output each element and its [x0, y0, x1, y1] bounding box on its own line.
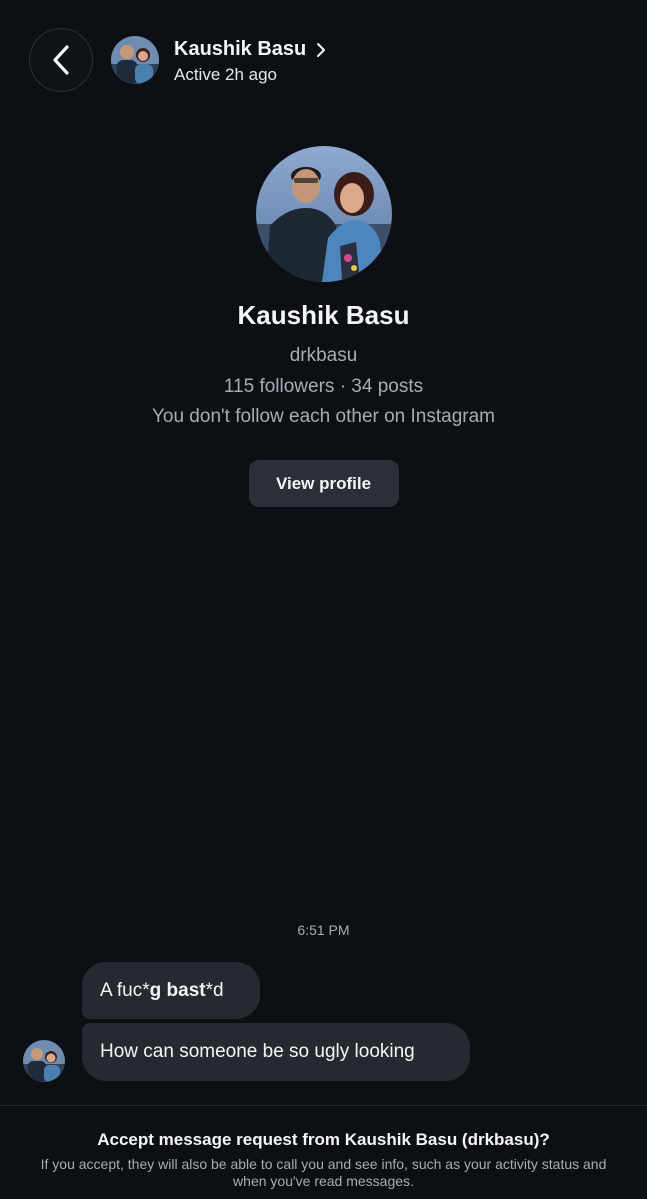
follow-status-note: You don't follow each other on Instagram — [151, 406, 496, 427]
header-title[interactable]: Kaushik Basu — [174, 38, 326, 61]
back-button[interactable] — [29, 28, 93, 92]
profile-avatar[interactable] — [255, 146, 392, 282]
message-text-part: A fuc* — [100, 979, 150, 1001]
sender-avatar[interactable] — [23, 1040, 65, 1082]
message-bubble[interactable]: A fuc* g bast *d — [82, 962, 260, 1019]
message-text: How can someone be so ugly looking — [100, 1041, 415, 1062]
profile-stats: 115 followers · 34 posts — [223, 376, 424, 397]
profile-card: Kaushik Basu drkbasu 115 followers · 34 … — [0, 146, 647, 507]
chat-header: Kaushik Basu Active 2h ago — [0, 0, 647, 110]
active-status: Active 2h ago — [174, 65, 278, 84]
profile-username: drkbasu — [289, 345, 358, 366]
header-avatar[interactable] — [111, 36, 159, 84]
message-text-part: *d — [205, 979, 224, 1001]
view-profile-button[interactable]: View profile — [248, 460, 399, 507]
message-request-description: If you accept, they will also be able to… — [40, 1156, 607, 1189]
message-bubble[interactable]: How can someone be so ugly looking — [82, 1023, 470, 1081]
message-timestamp: 6:51 PM — [297, 922, 350, 938]
profile-name: Kaushik Basu — [237, 300, 410, 330]
chevron-left-icon — [53, 45, 69, 75]
chevron-right-icon — [317, 42, 326, 57]
message-text-bold: g bast — [149, 979, 206, 1001]
message-request-title: Accept message request from Kaushik Basu… — [97, 1130, 550, 1149]
header-name[interactable]: Kaushik Basu — [174, 38, 306, 61]
dm-screen: Kaushik Basu Active 2h ago Kaushik Basu … — [0, 0, 647, 1199]
message-request-panel: Accept message request from Kaushik Basu… — [0, 1105, 647, 1199]
